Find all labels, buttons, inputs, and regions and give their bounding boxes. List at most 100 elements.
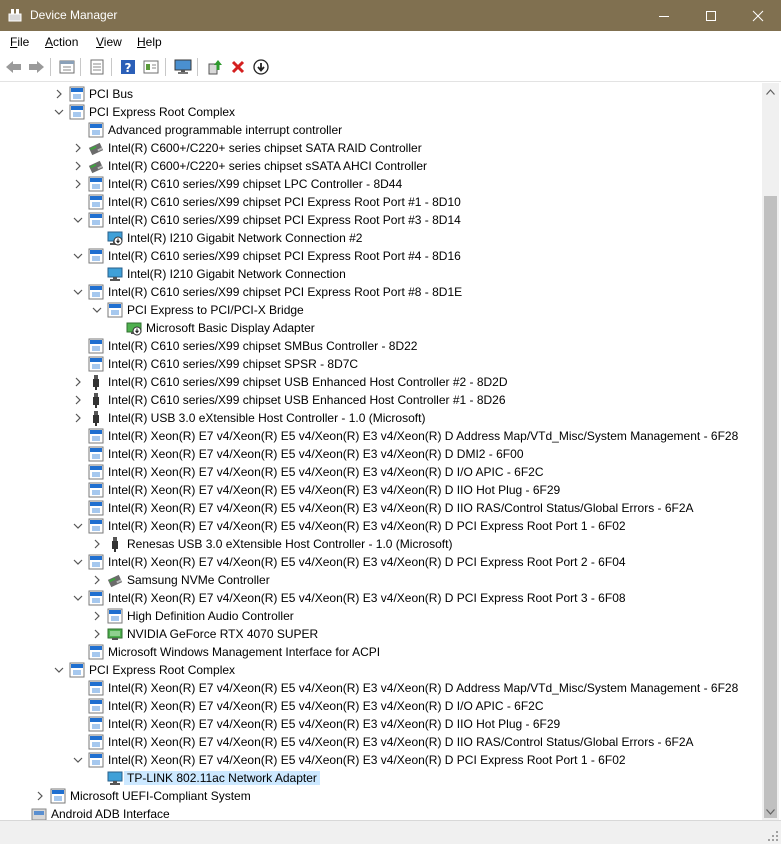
tree-item[interactable]: Intel(R) Xeon(R) E7 v4/Xeon(R) E5 v4/Xeo…: [2, 715, 762, 733]
resize-grip-icon[interactable]: [767, 830, 779, 842]
device-manager-icon: [8, 9, 22, 22]
scroll-thumb[interactable]: [764, 196, 777, 818]
tree-item[interactable]: Intel(R) C610 series/X99 chipset LPC Con…: [2, 175, 762, 193]
maximize-button[interactable]: [688, 0, 734, 31]
tree-item[interactable]: PCI Express Root Complex: [2, 661, 762, 679]
tree-item[interactable]: Intel(R) Xeon(R) E7 v4/Xeon(R) E5 v4/Xeo…: [2, 517, 762, 535]
tree-item[interactable]: Renesas USB 3.0 eXtensible Host Controll…: [2, 535, 762, 553]
tree-item[interactable]: Intel(R) Xeon(R) E7 v4/Xeon(R) E5 v4/Xeo…: [2, 679, 762, 697]
chevron-down-icon[interactable]: [92, 304, 102, 316]
device-icon: [88, 752, 104, 768]
device-icon: [88, 518, 104, 534]
chevron-right-icon[interactable]: [92, 574, 102, 586]
chevron-right-icon[interactable]: [73, 394, 83, 406]
tree-item[interactable]: Intel(R) C610 series/X99 chipset SPSR - …: [2, 355, 762, 373]
tree-item[interactable]: Intel(R) C610 series/X99 chipset PCI Exp…: [2, 283, 762, 301]
tree-item[interactable]: Intel(R) C610 series/X99 chipset SMBus C…: [2, 337, 762, 355]
tree-item-label: Intel(R) C610 series/X99 chipset USB Enh…: [108, 375, 508, 389]
tree-item[interactable]: PCI Bus: [2, 85, 762, 103]
view-resources-button[interactable]: [141, 57, 161, 77]
help-button[interactable]: ?: [118, 57, 138, 77]
tree-item[interactable]: Intel(R) C610 series/X99 chipset PCI Exp…: [2, 193, 762, 211]
chevron-down-icon[interactable]: [73, 286, 83, 298]
tree-item[interactable]: Intel(R) USB 3.0 eXtensible Host Control…: [2, 409, 762, 427]
tree-item[interactable]: Intel(R) Xeon(R) E7 v4/Xeon(R) E5 v4/Xeo…: [2, 463, 762, 481]
tree-item[interactable]: Microsoft Windows Management Interface f…: [2, 643, 762, 661]
menu-file[interactable]: File: [10, 35, 29, 49]
tree-item[interactable]: Intel(R) C610 series/X99 chipset USB Enh…: [2, 373, 762, 391]
chevron-right-icon[interactable]: [73, 412, 83, 424]
chevron-right-icon[interactable]: [73, 178, 83, 190]
chevron-down-icon[interactable]: [73, 556, 83, 568]
device-icon: [88, 500, 104, 516]
tree-item[interactable]: PCI Express Root Complex: [2, 103, 762, 121]
tree-item[interactable]: Intel(R) C610 series/X99 chipset PCI Exp…: [2, 247, 762, 265]
tree-item[interactable]: Intel(R) Xeon(R) E7 v4/Xeon(R) E5 v4/Xeo…: [2, 445, 762, 463]
tree-item[interactable]: Intel(R) Xeon(R) E7 v4/Xeon(R) E5 v4/Xeo…: [2, 499, 762, 517]
chevron-down-icon[interactable]: [73, 250, 83, 262]
chevron-right-icon[interactable]: [92, 628, 102, 640]
scan-hardware-button[interactable]: [173, 57, 193, 77]
device-icon: [69, 86, 85, 102]
title-bar: Device Manager: [0, 0, 781, 31]
tree-item[interactable]: Android ADB Interface: [2, 805, 762, 820]
chevron-right-icon[interactable]: [73, 160, 83, 172]
tree-item-label: TP-LINK 802.11ac Network Adapter: [124, 771, 320, 785]
minimize-button[interactable]: [641, 0, 687, 31]
device-icon: [88, 356, 104, 372]
scroll-up-button[interactable]: [762, 83, 779, 100]
back-button[interactable]: [4, 57, 24, 77]
tree-item[interactable]: Intel(R) Xeon(R) E7 v4/Xeon(R) E5 v4/Xeo…: [2, 481, 762, 499]
chevron-down-icon[interactable]: [54, 106, 64, 118]
tree-item[interactable]: Intel(R) C600+/C220+ series chipset sSAT…: [2, 157, 762, 175]
chevron-right-icon[interactable]: [54, 88, 64, 100]
device-list-button[interactable]: [57, 57, 77, 77]
forward-icon: [29, 61, 44, 73]
vertical-scrollbar[interactable]: [762, 83, 779, 820]
chevron-right-icon[interactable]: [73, 376, 83, 388]
forward-button[interactable]: [26, 57, 46, 77]
tree-item[interactable]: Microsoft Basic Display Adapter: [2, 319, 762, 337]
tree-item[interactable]: Intel(R) Xeon(R) E7 v4/Xeon(R) E5 v4/Xeo…: [2, 733, 762, 751]
chevron-down-icon[interactable]: [54, 664, 64, 676]
tree-item-label: Intel(R) Xeon(R) E7 v4/Xeon(R) E5 v4/Xeo…: [108, 447, 524, 461]
chevron-right-icon[interactable]: [35, 790, 45, 802]
scroll-down-button[interactable]: [762, 803, 779, 820]
tree-item[interactable]: Microsoft UEFI-Compliant System: [2, 787, 762, 805]
tree-item-label: Renesas USB 3.0 eXtensible Host Controll…: [127, 537, 453, 551]
chevron-right-icon[interactable]: [92, 610, 102, 622]
chevron-down-icon[interactable]: [73, 520, 83, 532]
tree-item[interactable]: Intel(R) Xeon(R) E7 v4/Xeon(R) E5 v4/Xeo…: [2, 553, 762, 571]
chevron-right-icon[interactable]: [92, 538, 102, 550]
uninstall-button[interactable]: [228, 57, 248, 77]
disable-device-button[interactable]: [251, 57, 271, 77]
tree-item[interactable]: NVIDIA GeForce RTX 4070 SUPER: [2, 625, 762, 643]
menu-bar: File Action View Help: [0, 31, 781, 54]
tree-item[interactable]: Intel(R) C600+/C220+ series chipset SATA…: [2, 139, 762, 157]
tree-item[interactable]: Samsung NVMe Controller: [2, 571, 762, 589]
menu-view[interactable]: View: [96, 35, 122, 49]
chevron-down-icon[interactable]: [73, 214, 83, 226]
tree-item[interactable]: Intel(R) Xeon(R) E7 v4/Xeon(R) E5 v4/Xeo…: [2, 589, 762, 607]
tree-item[interactable]: Advanced programmable interrupt controll…: [2, 121, 762, 139]
storage-icon: [88, 158, 104, 174]
tree-item[interactable]: Intel(R) I210 Gigabit Network Connection…: [2, 229, 762, 247]
chevron-right-icon[interactable]: [73, 142, 83, 154]
menu-help[interactable]: Help: [137, 35, 162, 49]
tree-item[interactable]: PCI Express to PCI/PCI-X Bridge: [2, 301, 762, 319]
chevron-down-icon[interactable]: [73, 592, 83, 604]
tree-item[interactable]: Intel(R) C610 series/X99 chipset USB Enh…: [2, 391, 762, 409]
tree-item[interactable]: TP-LINK 802.11ac Network Adapter: [2, 769, 762, 787]
tree-item[interactable]: Intel(R) Xeon(R) E7 v4/Xeon(R) E5 v4/Xeo…: [2, 697, 762, 715]
device-icon: [88, 212, 104, 228]
tree-item[interactable]: Intel(R) Xeon(R) E7 v4/Xeon(R) E5 v4/Xeo…: [2, 751, 762, 769]
tree-item[interactable]: Intel(R) C610 series/X99 chipset PCI Exp…: [2, 211, 762, 229]
menu-action[interactable]: Action: [45, 35, 78, 49]
close-button[interactable]: [735, 0, 781, 31]
tree-item[interactable]: Intel(R) Xeon(R) E7 v4/Xeon(R) E5 v4/Xeo…: [2, 427, 762, 445]
update-driver-button[interactable]: [205, 57, 225, 77]
tree-item[interactable]: Intel(R) I210 Gigabit Network Connection: [2, 265, 762, 283]
properties-button[interactable]: [87, 57, 107, 77]
tree-item[interactable]: High Definition Audio Controller: [2, 607, 762, 625]
chevron-down-icon[interactable]: [73, 754, 83, 766]
